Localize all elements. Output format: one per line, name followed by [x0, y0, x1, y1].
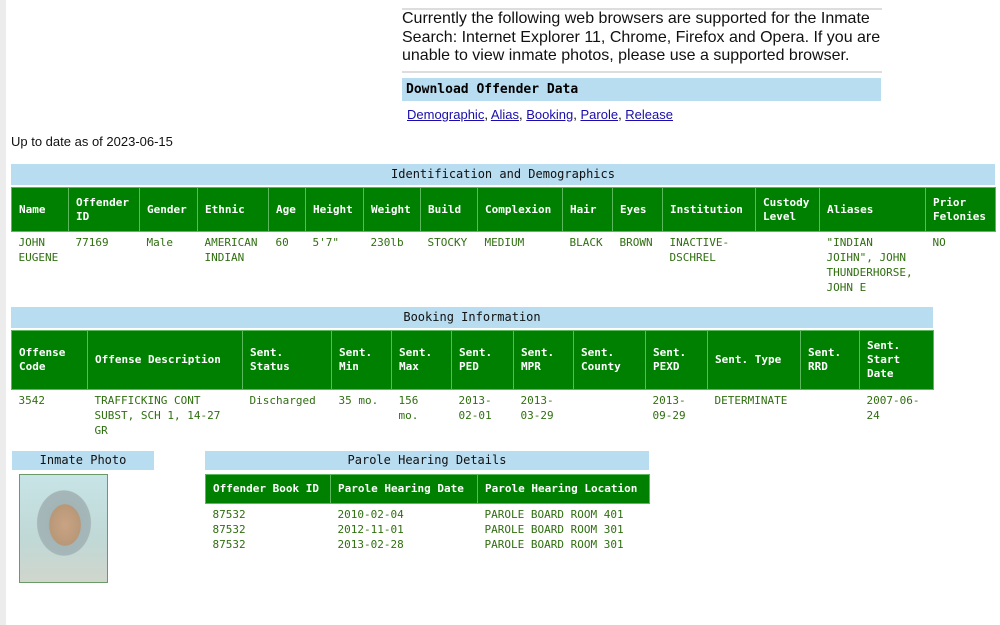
- column-header: Sent. MPR: [513, 330, 574, 390]
- table-cell: [756, 232, 820, 296]
- column-header: Ethnic: [197, 187, 269, 232]
- browser-support-notice: Currently the following web browsers are…: [402, 8, 882, 73]
- link-booking[interactable]: Booking: [526, 107, 573, 122]
- table-cell: BROWN: [619, 236, 653, 249]
- column-header: Eyes: [612, 187, 663, 232]
- column-header: Prior Felonies: [925, 187, 996, 232]
- column-header: Sent. County: [573, 330, 646, 390]
- table-cell: JOHN EUGENE: [18, 236, 59, 264]
- table-cell: MEDIUM: [484, 236, 525, 249]
- table-cell: 230lb: [370, 236, 404, 249]
- column-header: Sent. Max: [391, 330, 452, 390]
- column-header: Name: [11, 187, 69, 232]
- table-cell: [574, 390, 646, 439]
- table-cell: Discharged: [249, 394, 316, 407]
- photo-title: Inmate Photo: [12, 451, 154, 470]
- column-header: Sent. PEXD: [645, 330, 708, 390]
- table-cell: 77169: [75, 236, 109, 249]
- link-parole[interactable]: Parole: [580, 107, 618, 122]
- column-header: Parole Hearing Date: [330, 474, 478, 504]
- column-header: Sent. Start Date: [859, 330, 934, 390]
- column-header: Complexion: [477, 187, 563, 232]
- column-header: Offense Description: [87, 330, 243, 390]
- table-cell: 87532: [212, 538, 246, 551]
- inmate-photo: [19, 474, 108, 583]
- table-cell: NO: [932, 236, 946, 249]
- column-header: Height: [305, 187, 364, 232]
- identification-table: Name Offender ID Gender Ethnic Age Height Weig…: [11, 187, 996, 295]
- table-cell: 87532: [212, 523, 246, 536]
- table-row: 87532 2010-02-04 PAROLE BOARD ROOM 401: [206, 504, 650, 523]
- download-links: Demographic, Alias, Booking, Parole, Rel…: [407, 107, 673, 122]
- table-cell: PAROLE BOARD ROOM 301: [484, 523, 624, 536]
- table-row: JOHN EUGENE 77169 Male AMERICAN INDIAN 60 5'7…: [12, 232, 996, 296]
- column-header: Sent. Min: [331, 330, 392, 390]
- table-cell: 156 mo.: [398, 394, 419, 422]
- table-cell: AMERICAN INDIAN: [204, 236, 258, 264]
- link-alias[interactable]: Alias: [491, 107, 519, 122]
- column-header: Offender ID: [68, 187, 140, 232]
- table-row: 3542 TRAFFICKING CONT SUBST, SCH 1, 14-27…: [12, 390, 934, 439]
- table-cell: 2012-11-01: [337, 523, 404, 536]
- table-cell: 2013-02-01: [458, 394, 492, 422]
- left-border: [0, 0, 6, 625]
- table-cell: 35 mo.: [338, 394, 379, 407]
- table-cell: 3542: [18, 394, 46, 407]
- column-header: Build: [420, 187, 478, 232]
- parole-title: Parole Hearing Details: [205, 451, 649, 470]
- column-header: Aliases: [819, 187, 926, 232]
- column-header: Offense Code: [11, 330, 88, 390]
- download-title: Download Offender Data: [402, 78, 881, 101]
- parole-table: Offender Book ID Parole Hearing Date Parol…: [205, 474, 650, 552]
- table-row: 87532 2013-02-28 PAROLE BOARD ROOM 301: [206, 537, 650, 552]
- column-header: Custody Level: [755, 187, 820, 232]
- table-cell: "INDIAN JOIHN", JOHN THUNDERHORSE, JOHN …: [826, 236, 913, 294]
- column-header: Weight: [363, 187, 421, 232]
- table-cell: 2007-06-24: [866, 394, 920, 422]
- column-header: Sent. PED: [451, 330, 514, 390]
- table-cell: 2013-02-28: [337, 538, 404, 551]
- table-cell: 5'7": [312, 236, 340, 249]
- column-header: Sent. RRD: [800, 330, 860, 390]
- table-cell: BLACK: [569, 236, 603, 249]
- table-row: 87532 2012-11-01 PAROLE BOARD ROOM 301: [206, 522, 650, 537]
- booking-table: Offense Code Offense Description Sent. Sta…: [11, 330, 934, 438]
- link-demographic[interactable]: Demographic: [407, 107, 484, 122]
- table-cell: 2013-09-29: [652, 394, 686, 422]
- table-cell: 2013-03-29: [520, 394, 554, 422]
- table-cell: [801, 390, 860, 439]
- table-cell: 87532: [212, 508, 246, 521]
- up-to-date-text: Up to date as of 2023-06-15: [11, 134, 173, 149]
- column-header: Sent. Type: [707, 330, 801, 390]
- table-cell: DETERMINATE: [714, 394, 788, 407]
- table-cell: 2010-02-04: [337, 508, 404, 521]
- column-header: Age: [268, 187, 306, 232]
- column-header: Institution: [662, 187, 756, 232]
- table-cell: INACTIVE-DSCHREL: [669, 236, 730, 264]
- table-cell: 60: [275, 236, 289, 249]
- link-release[interactable]: Release: [625, 107, 673, 122]
- table-cell: TRAFFICKING CONT SUBST, SCH 1, 14-27 GR: [94, 394, 221, 437]
- table-cell: STOCKY: [427, 236, 468, 249]
- table-cell: Male: [146, 236, 174, 249]
- column-header: Hair: [562, 187, 613, 232]
- table-cell: PAROLE BOARD ROOM 401: [484, 508, 624, 521]
- column-header: Sent. Status: [242, 330, 332, 390]
- table-cell: PAROLE BOARD ROOM 301: [484, 538, 624, 551]
- column-header: Parole Hearing Location: [477, 474, 650, 504]
- booking-title: Booking Information: [11, 307, 933, 328]
- identification-title: Identification and Demographics: [11, 164, 995, 185]
- column-header: Gender: [139, 187, 198, 232]
- column-header: Offender Book ID: [205, 474, 331, 504]
